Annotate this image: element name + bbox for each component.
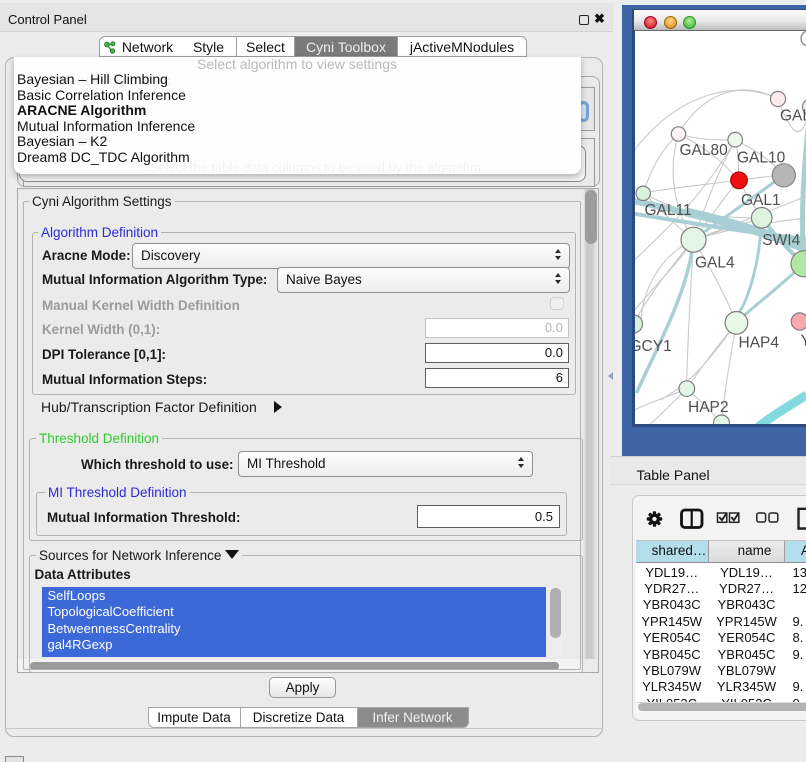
svg-text:GAL4: GAL4	[695, 255, 735, 272]
svg-text:GAL10: GAL10	[737, 150, 786, 167]
svg-text:GCY1: GCY1	[635, 338, 672, 355]
svg-text:Y: Y	[800, 333, 806, 350]
svg-text:GAL11: GAL11	[644, 202, 691, 219]
svg-text:SWI4: SWI4	[762, 232, 800, 249]
svg-text:GAL80: GAL80	[679, 142, 728, 159]
svg-text:GAL7: GAL7	[780, 108, 806, 125]
svg-text:HAP2: HAP2	[688, 399, 729, 416]
svg-text:GAL1: GAL1	[741, 192, 781, 209]
svg-text:HAP4: HAP4	[738, 335, 779, 352]
